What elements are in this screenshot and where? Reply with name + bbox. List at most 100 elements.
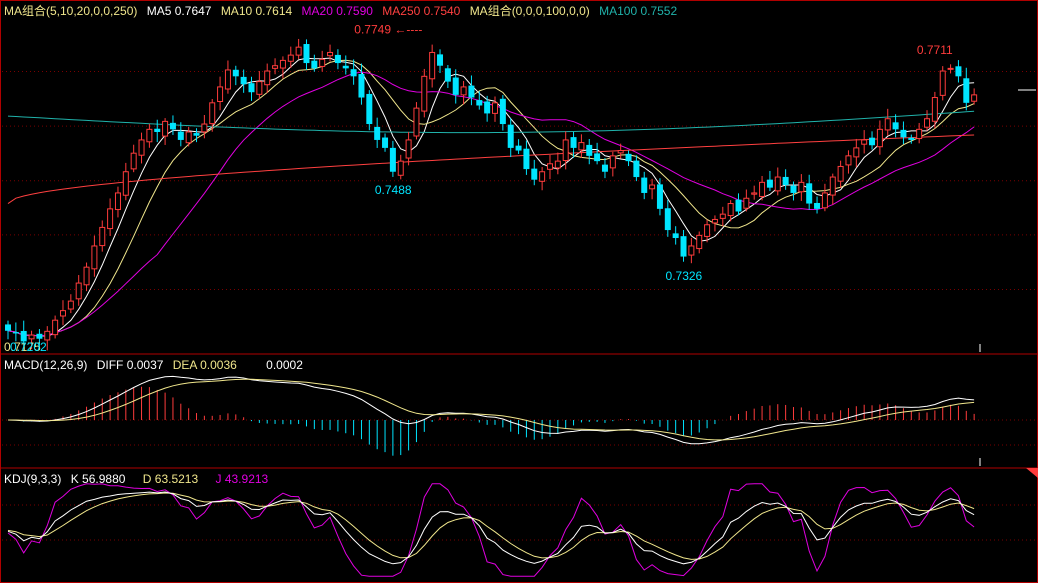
price-label: 0.7202 [10, 340, 47, 354]
candle-body [44, 330, 51, 341]
candle-body [719, 213, 726, 219]
candle-body [554, 160, 561, 169]
candle-body [319, 58, 326, 67]
candle-body [916, 128, 923, 140]
chart-stage: 0.7749 ←----0.74880.73260.77110.71750.72… [0, 0, 1038, 583]
legend-macd-name: MACD(12,26,9) [4, 358, 88, 372]
legend-ma10: MA10 0.7614 [220, 4, 293, 18]
chart-background [0, 0, 1038, 583]
candle-body [476, 100, 483, 106]
candle-body [217, 86, 224, 103]
candle-body [272, 65, 279, 69]
candle-body [209, 102, 216, 125]
candle-body [759, 181, 766, 197]
candle-body [814, 202, 821, 209]
candle-body [735, 199, 742, 212]
candle-body [853, 147, 860, 158]
candle-body [303, 44, 310, 64]
price-label: 0.7749 ←---- [354, 23, 422, 37]
candle-body [437, 54, 444, 66]
candle-body [955, 66, 962, 77]
candle-body [711, 218, 718, 224]
candle-body [609, 155, 616, 169]
legend-ma-group2: MA组合(0,0,0,100,0,0) [469, 4, 590, 18]
candle-body [649, 184, 656, 190]
candle-body [806, 183, 813, 204]
legend-macd-value: 0.0002 [266, 358, 303, 372]
legend-ma250: MA250 0.7540 [382, 4, 461, 18]
candle-body [256, 81, 263, 95]
candle-body [397, 160, 404, 176]
legend-kdj-name: KDJ(9,3,3) [4, 472, 62, 486]
candle-body [287, 54, 294, 62]
candle-body [334, 54, 341, 64]
candle-body [727, 203, 734, 217]
candle-body [232, 69, 239, 77]
candle-body [75, 282, 82, 300]
candle-body [594, 153, 601, 162]
candle-body [751, 192, 758, 195]
candle-body [625, 153, 632, 162]
candle-body [327, 51, 334, 57]
candle-body [939, 70, 946, 96]
candle-body [633, 160, 640, 178]
candle-body [382, 137, 389, 148]
candle-body [264, 70, 271, 86]
candle-body [460, 86, 467, 96]
candle-body [162, 120, 169, 137]
legend-ma-group: MA组合(5,10,20,0,0,250) [4, 4, 138, 18]
candle-body [193, 133, 200, 136]
candle-body [798, 181, 805, 193]
candle-body [861, 139, 868, 145]
candle-body [358, 74, 365, 98]
candle-body [696, 234, 703, 250]
candle-body [12, 332, 19, 334]
candle-body [429, 51, 436, 80]
candle-body [5, 324, 11, 331]
legend-j: J 43.9213 [215, 472, 269, 486]
candle-body [782, 176, 789, 185]
candle-body [169, 122, 176, 130]
candle-body [507, 124, 514, 148]
candle-body [539, 171, 546, 182]
price-label: 0.7711 [917, 43, 953, 57]
candle-body [413, 107, 420, 137]
candle-body [900, 129, 907, 138]
candle-body [366, 93, 373, 125]
candle-body [774, 176, 781, 192]
candle-body [146, 128, 153, 143]
legend-dea: DEA 0.0036 [172, 358, 237, 372]
candle-body [185, 131, 192, 144]
price-label: 0.7488 [375, 183, 412, 197]
candle-body [130, 152, 137, 170]
candle-body [688, 245, 695, 256]
candle-body [821, 192, 828, 209]
candle-body [311, 60, 318, 69]
candle-body [947, 67, 954, 70]
candle-body [389, 147, 396, 172]
candle-body [154, 128, 161, 132]
candle-body [67, 300, 74, 310]
candle-body [224, 69, 231, 90]
candle-body [908, 137, 915, 140]
candle-body [484, 101, 491, 114]
legend-ma20: MA20 0.7590 [301, 4, 373, 18]
candle-body [374, 126, 381, 140]
candle-body [279, 59, 286, 69]
candle-body [680, 236, 687, 257]
candle-body [704, 224, 711, 237]
candle-body [963, 78, 970, 103]
candle-body [931, 97, 938, 122]
candle-body [201, 123, 208, 133]
candle-body [892, 122, 899, 130]
candle-body [790, 185, 797, 193]
legend-d: D 63.5213 [142, 472, 199, 486]
candle-body [492, 102, 498, 114]
candle-body [452, 77, 459, 95]
candle-body [562, 139, 569, 162]
candle-body [91, 245, 98, 270]
candle-body [515, 145, 522, 151]
candle-body [837, 165, 844, 182]
candle-body [586, 144, 593, 156]
candle-body [444, 68, 451, 82]
